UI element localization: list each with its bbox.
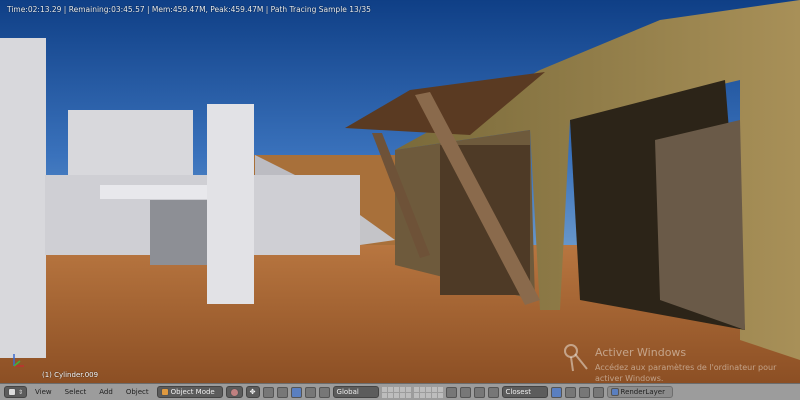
render-layer-dropdown[interactable]: RenderLayer [606, 386, 673, 398]
move-manipulator-icon[interactable] [290, 386, 302, 398]
proportional-edit-icon[interactable] [459, 386, 471, 398]
render-layer-label: RenderLayer [620, 388, 665, 396]
key-icon [564, 344, 588, 372]
menu-select[interactable]: Select [60, 388, 92, 396]
cube-icon [8, 388, 16, 396]
3d-view-header: ⇕ View Select Add Object Object Mode ✥ G… [0, 383, 800, 400]
axis-gizmo-icon [13, 354, 24, 367]
layers-grid[interactable] [381, 386, 411, 398]
pivot-icon: ✥ [249, 388, 256, 396]
menu-view[interactable]: View [30, 388, 57, 396]
menu-object[interactable]: Object [121, 388, 154, 396]
render-layer-icon [610, 388, 619, 396]
snap-element-icon[interactable] [487, 386, 499, 398]
transform-orientation-dropdown[interactable]: Global [332, 386, 379, 398]
menu-add[interactable]: Add [94, 388, 118, 396]
layers-grid-2[interactable] [413, 386, 443, 398]
scale-manipulator-icon[interactable] [318, 386, 330, 398]
render-status-bar: Time:02:13.29 | Remaining:03:45.57 | Mem… [7, 5, 371, 14]
snap-rotation-icon[interactable] [550, 386, 562, 398]
manipulator-toggle-icon[interactable] [262, 386, 274, 398]
watermark-title: Activer Windows [595, 346, 687, 359]
render-animation-icon[interactable] [578, 386, 590, 398]
pause-render-icon[interactable] [592, 386, 604, 398]
shading-sphere-icon [229, 387, 239, 397]
editor-type-button[interactable]: ⇕ [4, 386, 28, 398]
pivot-point-dropdown[interactable]: ✥ [245, 386, 260, 398]
lock-camera-icon[interactable] [445, 386, 457, 398]
updown-arrows-icon: ⇕ [18, 388, 24, 396]
translate-icon[interactable] [276, 386, 288, 398]
rotate-manipulator-icon[interactable] [304, 386, 316, 398]
render-viewport[interactable] [0, 0, 800, 383]
snap-target-dropdown[interactable]: Closest [501, 386, 548, 398]
snap-toggle-icon[interactable] [473, 386, 485, 398]
render-image-icon[interactable] [564, 386, 576, 398]
active-object-label: (1) Cylinder.009 [42, 371, 99, 379]
orientation-label: Global [336, 388, 359, 396]
mode-label: Object Mode [170, 388, 215, 396]
mode-dropdown[interactable]: Object Mode [156, 386, 223, 398]
viewport-shading-dropdown[interactable] [225, 386, 243, 398]
object-mode-icon [160, 388, 169, 396]
watermark-subtitle: Accédez aux paramètres de l'ordinateur p… [595, 363, 777, 383]
snap-target-label: Closest [505, 388, 531, 396]
